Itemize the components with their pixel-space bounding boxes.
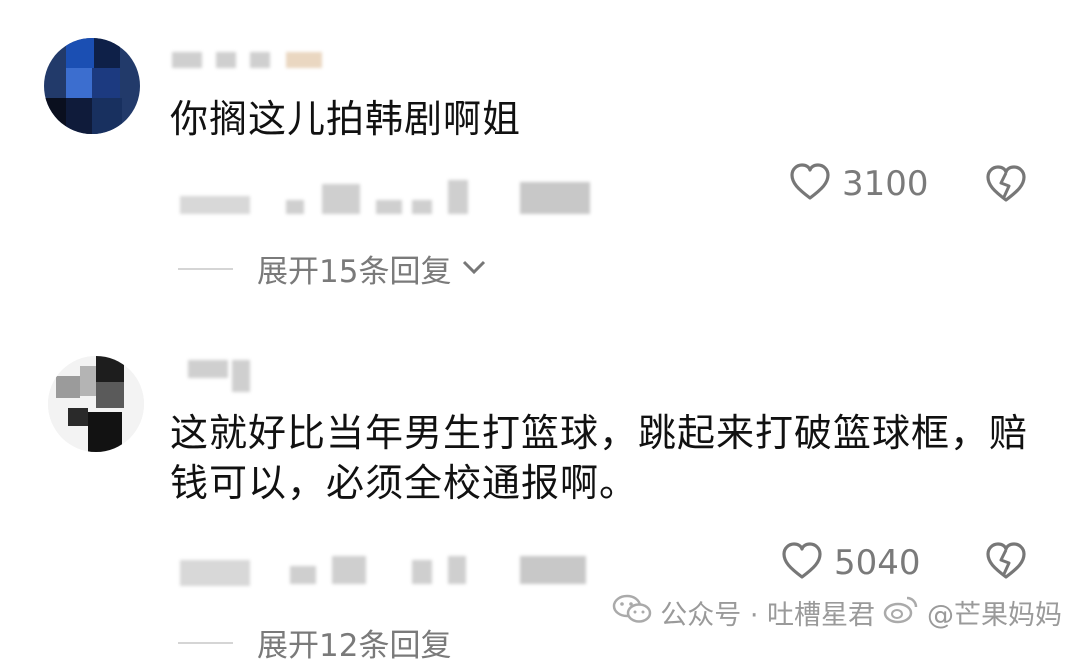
comment-text: 你搁这儿拍韩剧啊姐 [170, 97, 522, 141]
like-button[interactable]: 5040 [780, 541, 921, 585]
watermark-wechat-text: 公众号 · 吐槽星君 [660, 600, 875, 631]
divider [178, 267, 233, 270]
heart-outline-icon [780, 541, 824, 585]
watermark-weibo-text: @芒果妈妈 [927, 600, 1062, 631]
comment-text: 这就好比当年男生打篮球，跳起来打破篮球框，赔钱可以，必须全校通报啊。 [170, 411, 1029, 505]
chevron-down-icon [461, 258, 487, 280]
heart-outline-icon [788, 162, 832, 206]
like-count: 5040 [834, 543, 921, 583]
like-button[interactable]: 3100 [788, 162, 929, 206]
dislike-button[interactable] [984, 541, 1028, 585]
watermark: 公众号 · 吐槽星君 @芒果妈妈 [612, 593, 1062, 632]
like-count: 3100 [842, 164, 929, 204]
avatar[interactable] [44, 38, 140, 134]
expand-replies[interactable]: 展开15条回复 [178, 246, 487, 291]
wechat-icon [612, 593, 652, 632]
broken-heart-icon [984, 165, 1028, 208]
dislike-button[interactable] [984, 164, 1028, 208]
expand-replies[interactable]: 展开12条回复 [178, 620, 451, 665]
broken-heart-icon [984, 542, 1028, 585]
expand-replies-label: 展开12条回复 [257, 628, 452, 664]
weibo-icon [883, 594, 919, 631]
divider [178, 641, 233, 644]
avatar[interactable] [48, 356, 144, 452]
expand-replies-label: 展开15条回复 [257, 254, 452, 290]
